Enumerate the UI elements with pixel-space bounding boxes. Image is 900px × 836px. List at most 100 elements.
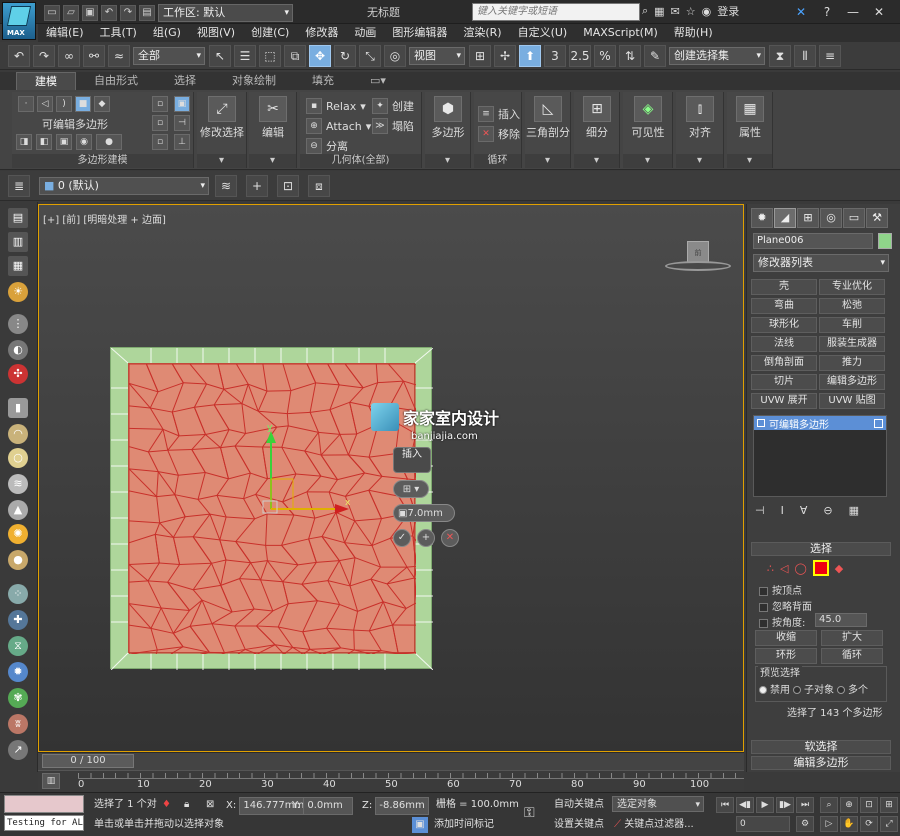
modifier-pro-optimizer-button[interactable]: 专业优化 xyxy=(819,279,885,295)
grid-icon[interactable]: ⋮ xyxy=(8,314,28,334)
menu-animation[interactable]: 动画 xyxy=(346,24,384,42)
visibility-button[interactable]: ◈ 可见性 xyxy=(625,92,671,140)
select-manipulate-icon[interactable]: ✢ xyxy=(494,44,516,67)
particle-icon[interactable]: ✣ xyxy=(8,364,28,384)
stack-visibility-icon[interactable] xyxy=(874,418,883,428)
set-current-layer-icon[interactable]: ⧈ xyxy=(308,174,330,197)
display-tab-icon[interactable]: ▭ xyxy=(843,208,865,228)
window-crossing-icon[interactable]: ⧉ xyxy=(284,44,306,67)
hair-icon[interactable]: ʬ xyxy=(8,714,28,734)
preview-subobj-radio[interactable]: 子对象 xyxy=(790,681,834,696)
modifier-unwrap-uvw-button[interactable]: UVW 展开 xyxy=(751,393,817,409)
menu-graph-editors[interactable]: 图形编辑器 xyxy=(384,24,455,42)
selection-filter-dropdown[interactable]: 全部 xyxy=(133,46,205,65)
tab-modeling[interactable]: 建模 xyxy=(16,71,76,91)
zoom-all-icon[interactable]: ⊕ xyxy=(840,797,858,813)
link-icon[interactable]: ∞ xyxy=(58,44,80,67)
named-selection-dropdown[interactable]: 创建选择集 xyxy=(669,46,765,65)
percent-snap-icon[interactable]: % xyxy=(594,44,616,67)
time-slider-thumb[interactable]: 0 / 100 xyxy=(42,754,134,768)
time-config-icon[interactable]: ⚙ xyxy=(796,816,814,832)
menu-help[interactable]: 帮助(H) xyxy=(666,24,721,42)
open-file-icon[interactable]: ▱ xyxy=(63,5,79,21)
modifier-uvw-map-button[interactable]: UVW 贴图 xyxy=(819,393,885,409)
edge-level-icon[interactable]: ◁ xyxy=(780,562,788,575)
move-gizmo[interactable] xyxy=(259,423,359,523)
align-button[interactable]: ⫾ 对齐 xyxy=(677,92,723,140)
user-icon[interactable]: ◉ xyxy=(702,5,712,18)
attach-button[interactable]: ⊕ Attach ▾ xyxy=(306,118,371,134)
save-file-icon[interactable]: ▣ xyxy=(82,5,98,21)
add-time-tag[interactable]: 添加时间标记 xyxy=(434,817,494,833)
loop-button[interactable]: 循环 xyxy=(821,648,883,664)
by-vertex-checkbox[interactable]: 按顶点 xyxy=(759,582,802,597)
stack-item-editable-poly[interactable]: 可编辑多边形 xyxy=(754,416,886,431)
by-angle-checkbox[interactable]: 按角度: xyxy=(759,614,805,629)
torus-icon[interactable]: ○ xyxy=(8,448,28,468)
motion-tab-icon[interactable]: ◎ xyxy=(820,208,842,228)
make-unique-icon[interactable]: ∀ xyxy=(800,504,808,517)
help-icon[interactable]: ? xyxy=(814,2,840,22)
stack-down-icon[interactable]: ▫ xyxy=(152,115,168,131)
layer-manager-icon[interactable]: ≣ xyxy=(8,174,30,197)
search-icon[interactable]: ⌕ xyxy=(642,4,648,18)
time-slider[interactable]: 0 / 100 xyxy=(38,752,744,770)
tris-footer[interactable]: ▾ xyxy=(525,154,570,168)
subdivide-footer[interactable]: ▾ xyxy=(574,154,619,168)
tab-selection[interactable]: 选择 xyxy=(156,72,214,90)
insert-loop-button[interactable]: ≡ 插入 xyxy=(478,106,520,122)
time-tag-icon[interactable]: ▣ xyxy=(412,817,428,833)
edit-named-selection-icon[interactable]: ✎ xyxy=(644,44,666,67)
preview-off-radio[interactable]: 禁用 xyxy=(756,681,790,696)
polygons-footer[interactable]: ▾ xyxy=(425,154,470,168)
new-layer-icon[interactable]: ≋ xyxy=(215,174,237,197)
toggle-end-result-icon[interactable]: ▣ xyxy=(174,96,190,112)
communication-icon[interactable]: ✉ xyxy=(671,5,680,18)
bind-spacewarp-icon[interactable]: ≈ xyxy=(108,44,130,67)
create-button[interactable]: ✦ 创建 xyxy=(372,98,414,114)
next-frame-icon[interactable]: ▮▶ xyxy=(776,797,794,813)
orbit-icon[interactable]: ⟳ xyxy=(860,816,878,832)
isolate-icon[interactable]: ♦ xyxy=(162,797,171,813)
element-icon[interactable]: ◆ xyxy=(94,96,110,112)
modifier-shell-button[interactable]: 壳 xyxy=(751,279,817,295)
sphere-icon[interactable]: ◐ xyxy=(8,340,28,360)
align-footer[interactable]: ▾ xyxy=(676,154,723,168)
light-icon[interactable]: ☀ xyxy=(8,282,28,302)
mirror-icon[interactable]: ⧗ xyxy=(769,44,791,67)
remove-modifier-icon[interactable]: ⊖ xyxy=(823,504,832,517)
soft-selection-rollout-header[interactable]: 软选择 xyxy=(751,740,891,754)
geometry-footer[interactable]: 几何体(全部) xyxy=(300,154,421,168)
use-displacement-icon[interactable]: ◉ xyxy=(76,134,92,150)
modifier-relax-button[interactable]: 松弛 xyxy=(819,298,885,314)
pin-stack-icon[interactable]: ⊣ xyxy=(755,504,765,517)
pan-icon[interactable]: ✋ xyxy=(840,816,858,832)
menu-edit[interactable]: 编辑(E) xyxy=(38,24,92,42)
schematic-view-icon[interactable]: ▦ xyxy=(8,256,28,276)
collapse-stack-icon[interactable]: ▫ xyxy=(152,134,168,150)
modifier-stack[interactable]: 可编辑多边形 xyxy=(753,415,887,497)
select-in-layer-icon[interactable]: ⊡ xyxy=(277,174,299,197)
key-filters-button[interactable]: ⟋ 关键点过滤器... xyxy=(614,817,694,833)
caddy-insert-type[interactable]: ⊞ ▾ xyxy=(393,480,429,498)
edit-footer[interactable]: ▾ xyxy=(249,154,296,168)
modifier-garment-maker-button[interactable]: 服装生成器 xyxy=(819,336,885,352)
loops-footer[interactable]: 循环 xyxy=(474,154,521,168)
modify-selection-button[interactable]: ⤢ 修改选择 xyxy=(199,92,245,140)
select-rotate-icon[interactable]: ↻ xyxy=(334,44,356,67)
placement-icon[interactable]: ◎ xyxy=(384,44,406,67)
angle-snap-icon[interactable]: 2.5 xyxy=(569,44,591,67)
selection-rollout-header[interactable]: 选择 xyxy=(751,542,891,556)
key-mode-dropdown[interactable]: 选定对象 xyxy=(612,796,704,813)
vertex-level-icon[interactable]: ∴ xyxy=(767,562,774,575)
menu-modifiers[interactable]: 修改器 xyxy=(297,24,346,42)
ignore-backfacing-checkbox[interactable]: 忽略背面 xyxy=(759,598,812,613)
detach-button[interactable]: ⊖ 分离 xyxy=(306,138,348,154)
bone-icon[interactable]: ✚ xyxy=(8,610,28,630)
menu-view[interactable]: 视图(V) xyxy=(189,24,243,42)
show-result-icon[interactable]: ⊣ xyxy=(174,115,190,131)
field-of-view-icon[interactable]: ▷ xyxy=(820,816,838,832)
rect-select-region-icon[interactable]: ⬚ xyxy=(259,44,281,67)
preview-multi-radio[interactable]: 多个 xyxy=(834,681,868,696)
app-logo[interactable]: MAX xyxy=(2,2,36,40)
